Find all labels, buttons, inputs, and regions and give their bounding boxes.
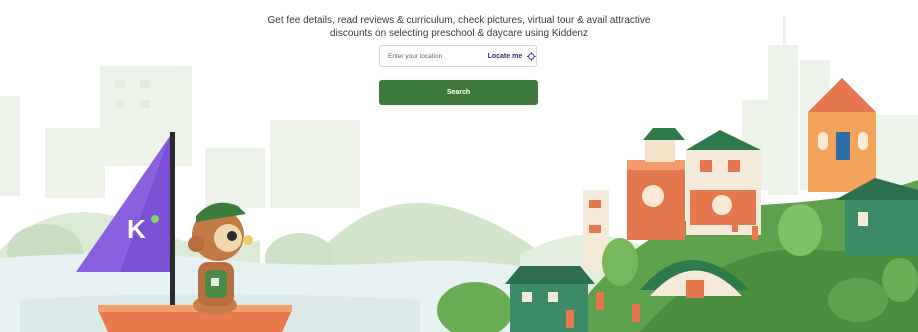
location-search-box: Locate me bbox=[379, 45, 537, 67]
background-buildings-left bbox=[0, 66, 360, 208]
locate-me-button[interactable]: Locate me bbox=[488, 53, 523, 60]
hero-description: Get fee details, read reviews & curricul… bbox=[0, 14, 918, 40]
location-input[interactable] bbox=[380, 47, 482, 65]
search-button[interactable]: Search bbox=[379, 80, 538, 105]
locate-crosshair-icon[interactable] bbox=[527, 51, 536, 61]
hero-section: K Get fee details, read reviews & curric… bbox=[0, 0, 918, 332]
hero-description-line-1: Get fee details, read reviews & curricul… bbox=[267, 15, 651, 26]
sail-letter: K bbox=[127, 214, 146, 244]
hero-description-line-2: discounts on selecting preschool & dayca… bbox=[330, 28, 588, 39]
